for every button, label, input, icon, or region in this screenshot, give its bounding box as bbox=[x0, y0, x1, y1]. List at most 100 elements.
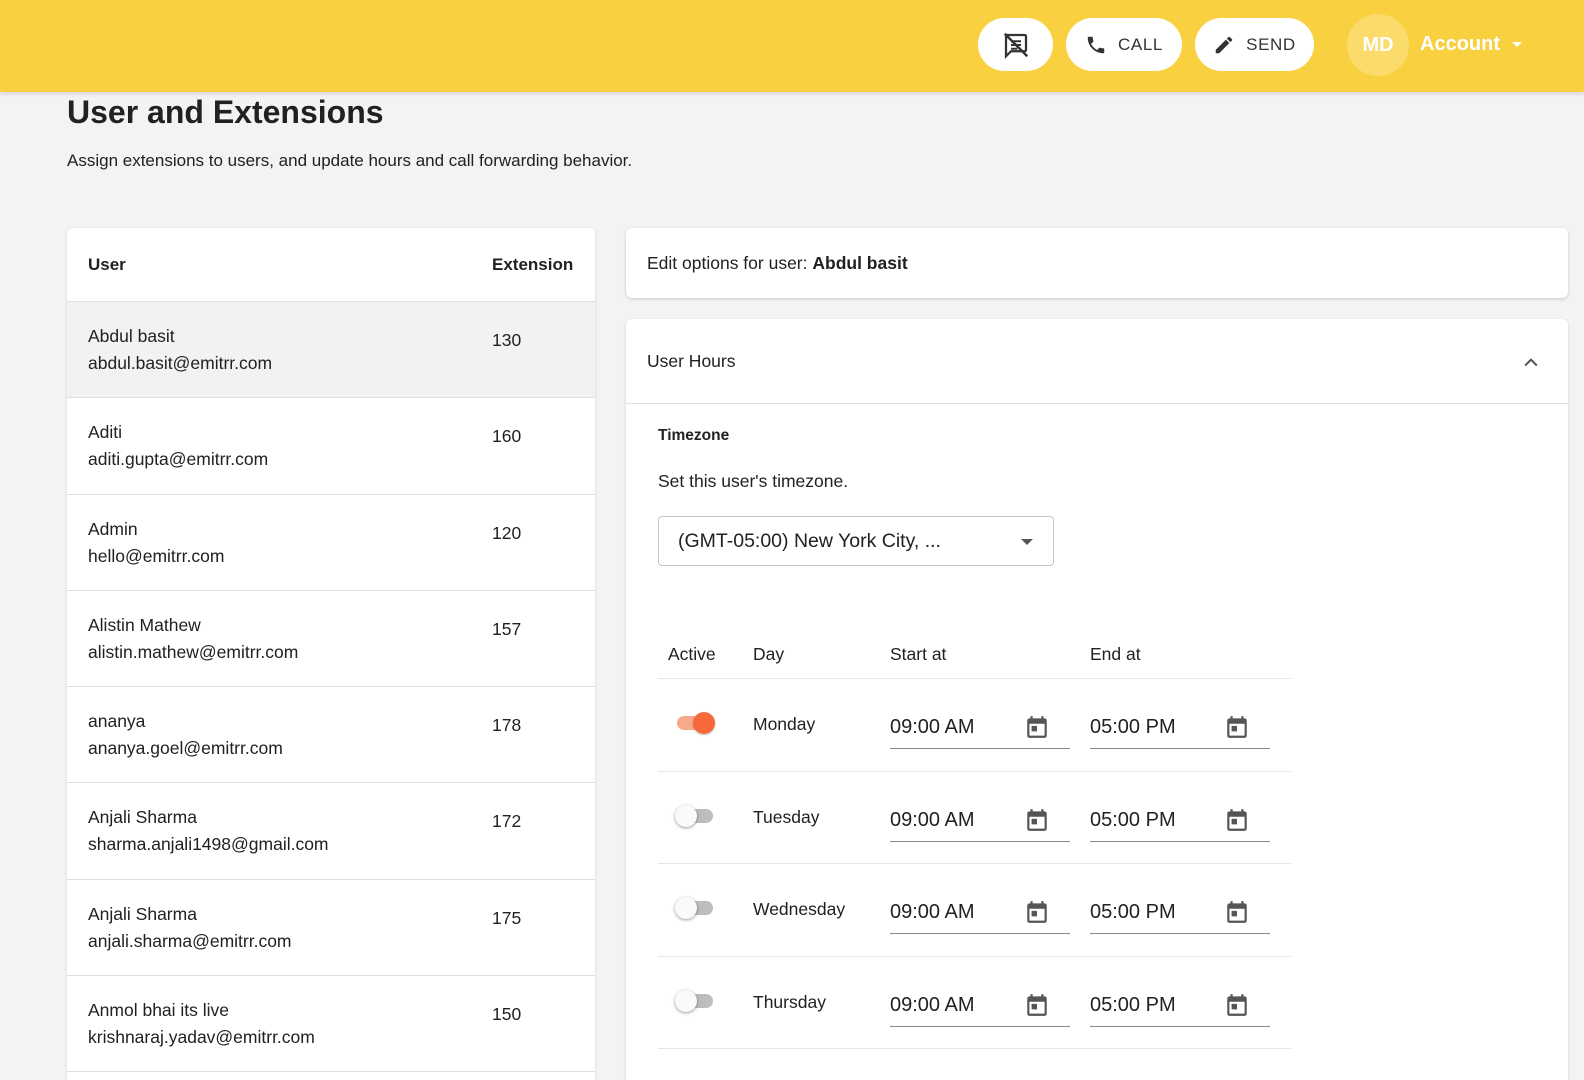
table-row[interactable]: Aditi aditi.gupta@emitrr.com 160 bbox=[67, 398, 595, 495]
active-toggle[interactable] bbox=[675, 989, 713, 1012]
edit-options-header: Edit options for user: Abdul basit bbox=[626, 228, 1568, 298]
end-time-field[interactable]: 05:00 PM bbox=[1090, 802, 1270, 842]
user-extension: 130 bbox=[492, 330, 522, 350]
top-bar: CALL SEND MD Account bbox=[0, 0, 1584, 92]
start-time-field[interactable]: 09:00 AM bbox=[890, 709, 1070, 749]
dropdown-arrow-icon bbox=[1021, 539, 1033, 545]
start-time-field[interactable]: 09:00 AM bbox=[890, 894, 1070, 934]
user-name: Aditi bbox=[88, 422, 123, 443]
user-name: Anmol bhai its live bbox=[88, 1000, 230, 1021]
schedule-header: Active Day Start at End at bbox=[658, 629, 1291, 679]
user-email: anjali.sharma@emitrr.com bbox=[88, 930, 292, 951]
user-email: krishnaraj.yadav@emitrr.com bbox=[88, 1027, 315, 1048]
active-toggle[interactable] bbox=[675, 897, 713, 919]
end-time-field[interactable]: 05:00 PM bbox=[1090, 894, 1270, 934]
table-row[interactable]: ananya ananya.goel@emitrr.com 178 bbox=[67, 687, 595, 784]
edit-options-user: Abdul basit bbox=[812, 253, 908, 273]
calendar-icon[interactable] bbox=[1024, 992, 1050, 1023]
pencil-icon bbox=[1213, 34, 1235, 56]
call-label: CALL bbox=[1118, 34, 1163, 54]
day-label: Tuesday bbox=[753, 806, 820, 827]
user-extension: 150 bbox=[492, 1004, 522, 1025]
timezone-select[interactable]: (GMT-05:00) New York City, ... bbox=[658, 516, 1054, 566]
edit-options-text: Edit options for user: Abdul basit bbox=[647, 253, 908, 274]
page-subtitle: Assign extensions to users, and update h… bbox=[67, 151, 633, 170]
user-email: ananya.goel@emitrr.com bbox=[88, 738, 283, 759]
schedule-row: Tuesday 09:00 AM 05:00 PM bbox=[658, 772, 1291, 864]
user-name: Anjali Sharma bbox=[88, 807, 197, 828]
start-time-value: 09:00 AM bbox=[890, 993, 975, 1016]
column-header-extension: Extension bbox=[492, 255, 574, 274]
start-time-field[interactable]: 09:00 AM bbox=[890, 802, 1070, 842]
timezone-value: (GMT-05:00) New York City, ... bbox=[678, 530, 941, 552]
users-table: User Extension Abdul basit abdul.basit@em… bbox=[67, 228, 595, 1080]
timezone-label: Timezone bbox=[658, 427, 730, 444]
user-extension: 157 bbox=[492, 618, 522, 639]
active-toggle[interactable] bbox=[675, 804, 713, 827]
day-label: Wednesday bbox=[753, 899, 846, 919]
column-header-active: Active bbox=[668, 644, 716, 664]
user-hours-panel: User Hours Timezone Set this user's time… bbox=[626, 319, 1568, 1080]
table-row[interactable]: Anjali Sharma anjali.sharma@emitrr.com 175 bbox=[67, 880, 595, 977]
table-row[interactable]: Anjali Sharma sharma.anjali1498@gmail.com… bbox=[67, 783, 595, 880]
end-time-value: 05:00 PM bbox=[1090, 808, 1176, 831]
column-header-end: End at bbox=[1090, 644, 1141, 664]
schedule-table: Active Day Start at End at Monday 09:00 A… bbox=[658, 629, 1291, 1049]
user-name: Admin bbox=[88, 518, 138, 539]
user-extension: 172 bbox=[492, 811, 522, 832]
calendar-icon[interactable] bbox=[1224, 807, 1250, 838]
toggle-knob bbox=[675, 989, 697, 1012]
account-dropdown-icon[interactable] bbox=[1512, 42, 1522, 47]
end-time-field[interactable]: 05:00 PM bbox=[1090, 709, 1270, 749]
send-button[interactable]: SEND bbox=[1195, 18, 1314, 71]
column-header-day: Day bbox=[753, 644, 785, 664]
user-email: aditi.gupta@emitrr.com bbox=[88, 449, 269, 470]
calendar-icon[interactable] bbox=[1224, 992, 1250, 1023]
phone-icon bbox=[1085, 34, 1107, 56]
calendar-icon[interactable] bbox=[1024, 714, 1050, 745]
chevron-up-icon[interactable] bbox=[1521, 353, 1541, 378]
avatar[interactable]: MD bbox=[1347, 14, 1409, 76]
user-hours-title: User Hours bbox=[647, 351, 736, 371]
chat-off-icon bbox=[1001, 30, 1031, 60]
user-email: sharma.anjali1498@gmail.com bbox=[88, 834, 329, 855]
table-row[interactable]: Abdul basit abdul.basit@emitrr.com 130 bbox=[67, 302, 595, 399]
end-time-value: 05:00 PM bbox=[1090, 716, 1176, 738]
end-time-value: 05:00 PM bbox=[1090, 993, 1176, 1016]
day-label: Thursday bbox=[753, 991, 826, 1012]
call-button[interactable]: CALL bbox=[1066, 18, 1182, 71]
user-name: ananya bbox=[88, 711, 146, 732]
user-name: Abdul basit bbox=[88, 326, 175, 346]
calendar-icon[interactable] bbox=[1024, 807, 1050, 838]
end-time-field[interactable]: 05:00 PM bbox=[1090, 987, 1270, 1027]
start-time-value: 09:00 AM bbox=[890, 808, 975, 831]
edit-options-prefix: Edit options for user: bbox=[647, 253, 813, 273]
user-extension: 120 bbox=[492, 522, 522, 543]
active-toggle[interactable] bbox=[677, 712, 715, 734]
day-label: Monday bbox=[753, 714, 816, 734]
start-time-value: 09:00 AM bbox=[890, 716, 975, 738]
user-hours-header[interactable]: User Hours bbox=[626, 319, 1568, 404]
user-name: Alistin Mathew bbox=[88, 614, 201, 635]
start-time-field[interactable]: 09:00 AM bbox=[890, 987, 1070, 1027]
calendar-icon[interactable] bbox=[1224, 899, 1250, 930]
column-header-start: Start at bbox=[890, 644, 947, 664]
user-email: alistin.mathew@emitrr.com bbox=[88, 641, 299, 662]
disable-chat-button[interactable] bbox=[978, 18, 1053, 71]
toggle-knob bbox=[693, 712, 715, 734]
calendar-icon[interactable] bbox=[1024, 899, 1050, 930]
schedule-row: Thursday 09:00 AM 05:00 PM bbox=[658, 957, 1291, 1049]
timezone-description: Set this user's timezone. bbox=[658, 471, 849, 491]
user-extension: 160 bbox=[492, 426, 522, 447]
table-row[interactable]: Alistin Mathew alistin.mathew@emitrr.com 1… bbox=[67, 591, 595, 688]
users-table-header: User Extension bbox=[67, 228, 595, 302]
account-menu[interactable]: Account bbox=[1420, 33, 1500, 56]
toggle-knob bbox=[675, 804, 697, 827]
page-title: User and Extensions bbox=[67, 94, 384, 130]
calendar-icon[interactable] bbox=[1224, 714, 1250, 745]
user-extension: 175 bbox=[492, 907, 522, 928]
user-extension: 178 bbox=[492, 715, 522, 736]
table-row[interactable]: Admin hello@emitrr.com 120 bbox=[67, 495, 595, 591]
table-row[interactable]: Anmol bhai its live krishnaraj.yadav@emit… bbox=[67, 976, 595, 1073]
toggle-knob bbox=[675, 897, 697, 919]
